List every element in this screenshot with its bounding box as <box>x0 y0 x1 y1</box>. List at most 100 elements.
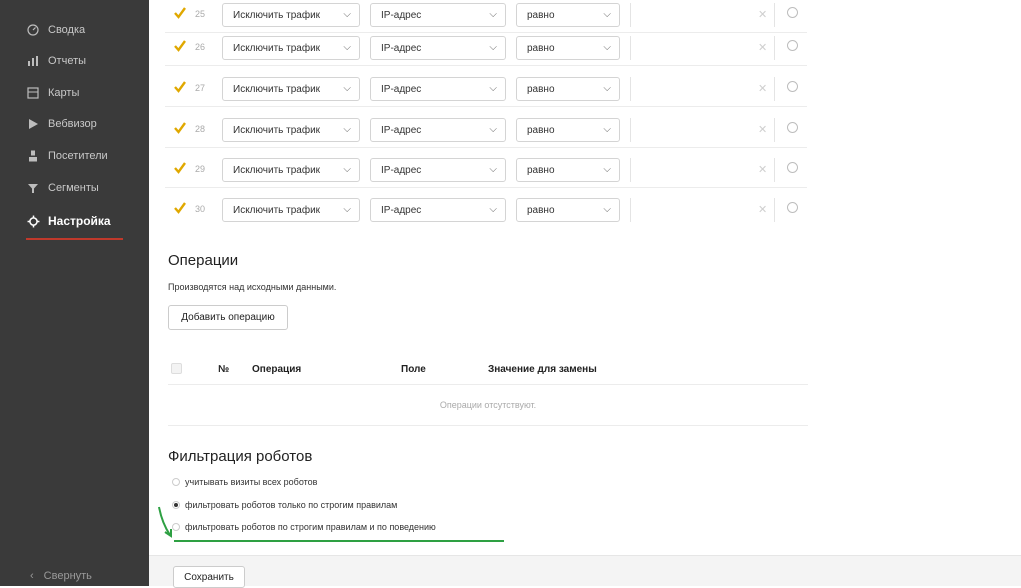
dashboard-icon <box>26 23 40 37</box>
chevron-down-icon: ⌵ <box>603 83 611 94</box>
row-number: 27 <box>195 83 206 93</box>
filter-icon <box>26 181 40 195</box>
row-number: 25 <box>195 9 206 19</box>
clear-icon[interactable]: ✕ <box>758 163 767 176</box>
operations-table-header: № Операция Поле Значение для замены <box>168 355 808 385</box>
chevron-down-icon: ⌵ <box>343 9 351 20</box>
sidebar-item-webvisor[interactable]: Вебвизор <box>0 109 149 139</box>
value-input[interactable] <box>630 158 775 182</box>
collapse-sidebar-button[interactable]: ‹ Свернуть <box>30 570 92 582</box>
sidebar-item-reports[interactable]: Отчеты <box>0 46 149 76</box>
clear-icon[interactable]: ✕ <box>758 41 767 54</box>
field-select-value: IP-адрес <box>381 124 422 136</box>
field-select[interactable]: IP-адрес ⌵ <box>370 118 506 142</box>
remove-row-icon[interactable] <box>787 40 798 51</box>
clear-icon[interactable]: ✕ <box>758 82 767 95</box>
condition-select[interactable]: равно ⌵ <box>516 158 620 182</box>
action-select[interactable]: Исключить трафик ⌵ <box>222 198 360 222</box>
sidebar-item-summary[interactable]: Сводка <box>0 15 149 45</box>
clear-icon[interactable]: ✕ <box>758 203 767 216</box>
sidebar-item-settings[interactable]: Настройка <box>0 206 149 236</box>
reports-icon <box>26 54 40 68</box>
active-item-underline <box>26 238 123 240</box>
condition-select[interactable]: равно ⌵ <box>516 3 620 27</box>
chevron-down-icon: ⌵ <box>343 204 351 215</box>
row-number: 30 <box>195 204 206 214</box>
collapse-label: Свернуть <box>43 570 92 582</box>
field-select[interactable]: IP-адрес ⌵ <box>370 198 506 222</box>
chevron-down-icon: ⌵ <box>343 124 351 135</box>
maps-icon <box>26 86 40 100</box>
select-all-checkbox[interactable] <box>171 363 182 374</box>
condition-select[interactable]: равно ⌵ <box>516 77 620 101</box>
radio-button[interactable] <box>172 478 180 486</box>
column-header-operation: Операция <box>252 364 302 375</box>
value-input[interactable] <box>630 118 775 142</box>
annotation-arrow-icon <box>158 506 172 538</box>
column-header-replacement: Значение для замены <box>488 364 597 375</box>
value-input[interactable] <box>630 36 775 60</box>
chevron-down-icon: ⌵ <box>343 164 351 175</box>
radio-strict-and-behavior[interactable]: фильтровать роботов по строгим правилам … <box>172 522 436 532</box>
sidebar-item-maps[interactable]: Карты <box>0 78 149 108</box>
chevron-down-icon: ⌵ <box>343 83 351 94</box>
chevron-down-icon: ⌵ <box>489 124 497 135</box>
sidebar-item-label: Сегменты <box>48 182 99 194</box>
filter-row: 29 Исключить трафик ⌵ IP-адрес ⌵ равно ⌵ ✕ <box>165 155 807 188</box>
sidebar-item-segments[interactable]: Сегменты <box>0 173 149 203</box>
condition-select-value: равно <box>527 9 555 21</box>
field-select[interactable]: IP-адрес ⌵ <box>370 158 506 182</box>
checkbox-checked-icon[interactable] <box>173 80 187 94</box>
clear-icon[interactable]: ✕ <box>758 123 767 136</box>
checkbox-checked-icon[interactable] <box>173 201 187 215</box>
chevron-down-icon: ⌵ <box>603 42 611 53</box>
remove-row-icon[interactable] <box>787 162 798 173</box>
checkbox-checked-icon[interactable] <box>173 161 187 175</box>
remove-row-icon[interactable] <box>787 122 798 133</box>
value-input[interactable] <box>630 77 775 101</box>
action-select-value: Исключить трафик <box>233 83 321 95</box>
value-input[interactable] <box>630 3 775 27</box>
radio-all-robots[interactable]: учитывать визиты всех роботов <box>172 477 317 487</box>
radio-label: фильтровать роботов только по строгим пр… <box>185 500 398 510</box>
chevron-down-icon: ⌵ <box>603 204 611 215</box>
add-operation-button[interactable]: Добавить операцию <box>168 305 288 330</box>
checkbox-checked-icon[interactable] <box>173 6 187 20</box>
chevron-down-icon: ⌵ <box>343 42 351 53</box>
user-icon <box>26 149 40 163</box>
remove-row-icon[interactable] <box>787 7 798 18</box>
operations-title: Операции <box>168 252 239 269</box>
row-number: 26 <box>195 42 206 52</box>
remove-row-icon[interactable] <box>787 81 798 92</box>
field-select-value: IP-адрес <box>381 83 422 95</box>
remove-row-icon[interactable] <box>787 202 798 213</box>
empty-state-text: Операции отсутствуют. <box>439 400 537 410</box>
condition-select[interactable]: равно ⌵ <box>516 118 620 142</box>
chevron-down-icon: ⌵ <box>489 164 497 175</box>
condition-select[interactable]: равно ⌵ <box>516 198 620 222</box>
filter-row: 27 Исключить трафик ⌵ IP-адрес ⌵ равно ⌵ ✕ <box>165 74 807 107</box>
radio-label: фильтровать роботов по строгим правилам … <box>185 522 436 532</box>
save-button[interactable]: Сохранить <box>173 566 245 588</box>
condition-select-value: равно <box>527 164 555 176</box>
action-select[interactable]: Исключить трафик ⌵ <box>222 158 360 182</box>
filter-row: 30 Исключить трафик ⌵ IP-адрес ⌵ равно ⌵ ✕ <box>165 195 807 228</box>
sidebar-item-visitors[interactable]: Посетители <box>0 141 149 171</box>
condition-select-value: равно <box>527 124 555 136</box>
action-select[interactable]: Исключить трафик ⌵ <box>222 77 360 101</box>
action-select[interactable]: Исключить трафик ⌵ <box>222 118 360 142</box>
field-select[interactable]: IP-адрес ⌵ <box>370 36 506 60</box>
field-select[interactable]: IP-адрес ⌵ <box>370 77 506 101</box>
radio-strict-rules[interactable]: фильтровать роботов только по строгим пр… <box>172 500 397 510</box>
value-input[interactable] <box>630 198 775 222</box>
condition-select[interactable]: равно ⌵ <box>516 36 620 60</box>
action-select-value: Исключить трафик <box>233 124 321 136</box>
action-select[interactable]: Исключить трафик ⌵ <box>222 36 360 60</box>
field-select[interactable]: IP-адрес ⌵ <box>370 3 506 27</box>
sidebar-item-label: Отчеты <box>48 55 87 67</box>
action-select[interactable]: Исключить трафик ⌵ <box>222 3 360 27</box>
checkbox-checked-icon[interactable] <box>173 39 187 53</box>
clear-icon[interactable]: ✕ <box>758 8 767 21</box>
column-header-number: № <box>218 364 230 375</box>
checkbox-checked-icon[interactable] <box>173 121 187 135</box>
